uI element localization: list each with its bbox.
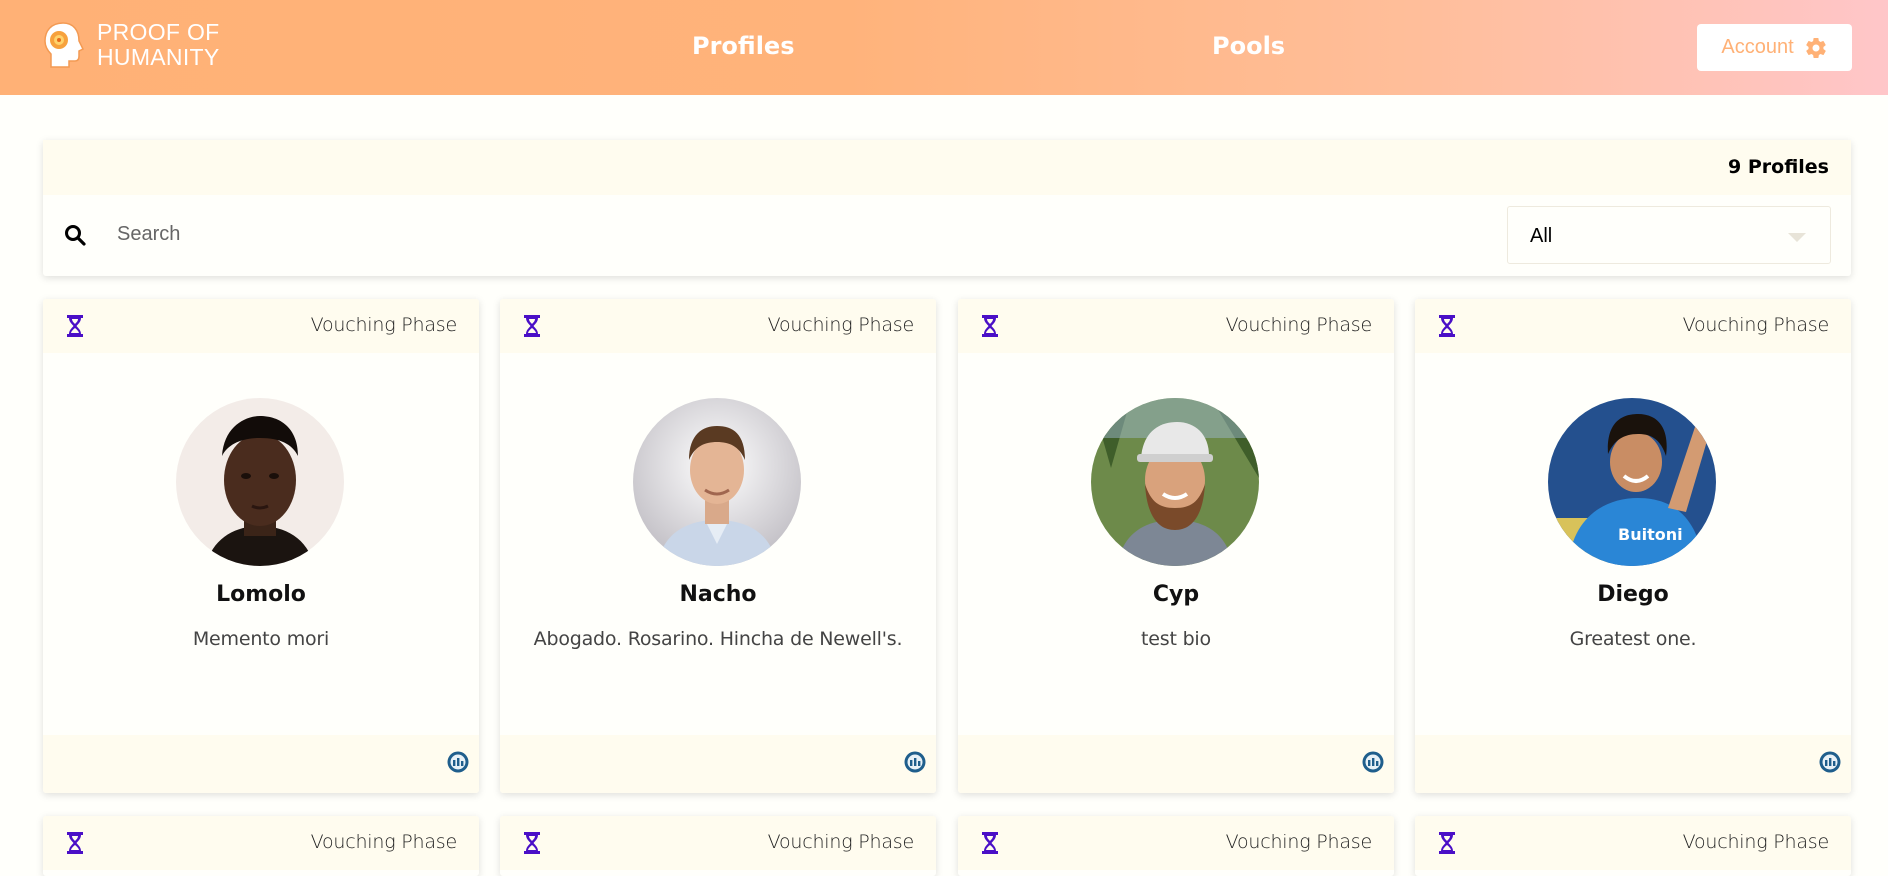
profile-status: Vouching Phase [1225,314,1373,336]
hourglass-icon [67,315,83,337]
profile-status: Vouching Phase [310,831,458,853]
profile-card-header: Vouching Phase [43,299,479,353]
profile-status: Vouching Phase [1682,314,1830,336]
profile-card-header: Vouching Phase [500,299,936,353]
poh-token-icon [447,751,469,773]
status-filter-value: All [1530,225,1553,247]
profile-card-header: Vouching Phase [1415,299,1851,353]
profile-card[interactable]: Vouching Phase [500,816,936,876]
gear-icon [1805,37,1826,58]
profile-bio: Memento mori [192,628,330,650]
hourglass-icon [524,315,540,337]
profile-status: Vouching Phase [310,314,458,336]
nav-pools-link[interactable]: Pools [1212,32,1285,60]
profiles-count: 9 Profiles [1728,156,1829,178]
profile-bio: test bio [1141,628,1211,650]
account-button-label: Account [1721,36,1794,58]
profile-card-footer [1415,735,1851,793]
brand-name: PROOF OF HUMANITY [97,20,220,70]
hourglass-icon [1439,832,1455,854]
profile-bio: Abogado. Rosarino. Hincha de Newell's. [533,628,903,650]
profile-card-footer [43,735,479,793]
profile-card[interactable]: Vouching Phase Buitoni Diego Greatest on… [1415,299,1851,793]
profile-status: Vouching Phase [1682,831,1830,853]
profile-status: Vouching Phase [1225,831,1373,853]
profile-card[interactable]: Vouching Phase [958,816,1394,876]
top-navbar: PROOF OF HUMANITY Profiles Pools Account [0,0,1888,95]
status-filter-select[interactable]: All [1507,206,1831,264]
chevron-down-icon [1788,233,1806,242]
profile-name: Diego [1597,582,1669,607]
avatar: Buitoni [1548,398,1716,566]
brand-line-1: PROOF OF [97,19,220,45]
profile-status: Vouching Phase [767,831,915,853]
poh-token-icon [1819,751,1841,773]
profile-name: Lomolo [216,582,306,607]
profile-card[interactable]: Vouching Phase [1415,816,1851,876]
profile-card[interactable]: Vouching Phase Lomolo Memento mori [43,299,479,793]
profile-card-footer [958,735,1394,793]
profile-card[interactable]: Vouching Phase Nacho Abogado. Rosarino. … [500,299,936,793]
svg-text:Buitoni: Buitoni [1618,525,1683,544]
avatar [1091,398,1259,566]
profile-bio: Greatest one. [1569,628,1697,650]
profile-card-header: Vouching Phase [958,299,1394,353]
filter-card-header: 9 Profiles [43,140,1851,195]
search-icon [65,225,86,246]
profile-card-footer [500,735,936,793]
profile-name: Cyp [1152,582,1200,607]
hourglass-icon [67,832,83,854]
profile-name: Nacho [679,582,757,607]
brand-line-2: HUMANITY [97,44,220,70]
hourglass-icon [524,832,540,854]
avatar [633,398,801,566]
poh-token-icon [1362,751,1384,773]
hourglass-icon [982,315,998,337]
avatar [176,398,344,566]
poh-token-icon [904,751,926,773]
brand[interactable]: PROOF OF HUMANITY [43,20,220,70]
profiles-filter-card: 9 Profiles All [43,140,1851,276]
humanity-head-icon [44,22,85,68]
search-input[interactable] [117,212,1117,256]
nav-profiles-link[interactable]: Profiles [692,32,795,60]
profile-card[interactable]: Vouching Phase [43,816,479,876]
profile-status: Vouching Phase [767,314,915,336]
hourglass-icon [982,832,998,854]
account-button[interactable]: Account [1697,24,1852,71]
profile-card[interactable]: Vouching Phase Cyp test bio [958,299,1394,793]
hourglass-icon [1439,315,1455,337]
